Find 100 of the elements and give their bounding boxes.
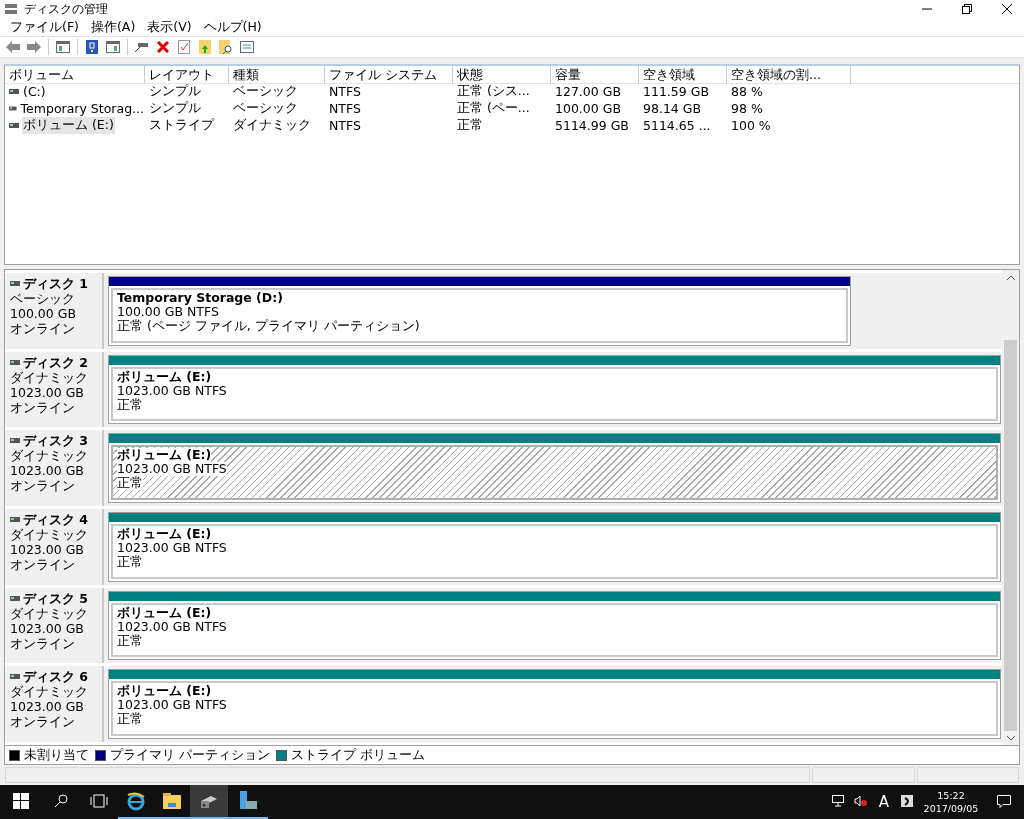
disk-type: ダイナミック: [10, 369, 88, 385]
partition-name: ボリューム (E:): [117, 448, 212, 463]
partition-block[interactable]: Temporary Storage (D:) 100.00 GB NTFS 正常 (ページ ファイル, プライマリ パーティション): [111, 288, 849, 343]
disk-drive-icon: [10, 438, 20, 444]
disk-drive-icon: [10, 359, 20, 365]
volume-name[interactable]: (C:): [22, 84, 47, 99]
task-view-icon: [90, 794, 108, 808]
legend-label: ストライプ ボリューム: [291, 746, 425, 764]
checklist-button[interactable]: [175, 38, 193, 56]
partition-name: ボリューム (E:): [117, 369, 212, 384]
column-header[interactable]: 状態: [453, 66, 551, 84]
taskbar-clock[interactable]: 15:22 2017/09/05: [918, 789, 984, 815]
window-title: ディスクの管理: [24, 0, 109, 18]
disk-drive-icon: [9, 89, 19, 94]
disk-management-icon: [4, 3, 18, 15]
disk-info-panel[interactable]: ディスク 3 ダイナミック 1023.00 GB オンライン: [5, 430, 104, 506]
disk-size: 1023.00 GB: [10, 384, 84, 400]
partition-name: Temporary Storage (D:): [117, 291, 283, 305]
column-header[interactable]: 種類: [229, 66, 325, 84]
close-icon: [1002, 4, 1012, 14]
volume-name[interactable]: Temporary Storag...: [19, 101, 145, 116]
disk-info-panel[interactable]: ディスク 1 ベーシック 100.00 GB オンライン: [5, 273, 104, 349]
disk-info-panel[interactable]: ディスク 6 ダイナミック 1023.00 GB オンライン: [5, 666, 104, 743]
disk-status: オンライン: [10, 635, 75, 651]
disk-drive-icon: [10, 517, 20, 522]
action-pane-button[interactable]: [104, 38, 122, 56]
table-cell-text: NTFS: [328, 101, 362, 116]
legend-label: プライマリ パーティション: [110, 746, 270, 764]
restore-icon: [962, 4, 972, 14]
partition-status: 正常: [117, 555, 143, 569]
folder-search-button[interactable]: [217, 38, 235, 56]
help-button[interactable]: [83, 38, 101, 56]
disk-size: 1023.00 GB: [10, 463, 84, 479]
menu-item[interactable]: 表示(V): [141, 18, 198, 36]
disk-info-panel[interactable]: ディスク 5 ダイナミック 1023.00 GB オンライン: [5, 587, 104, 664]
menu-item[interactable]: 操作(A): [84, 18, 142, 36]
partition-name: ボリューム (E:): [117, 684, 212, 699]
partition-status: 正常: [117, 712, 143, 727]
disk-type: ベーシック: [10, 291, 75, 306]
partition-block[interactable]: ボリューム (E:) 1023.00 GB NTFS 正常: [111, 602, 998, 658]
disk-drive-icon: [10, 281, 20, 286]
table-cell-text: NTFS: [328, 118, 362, 133]
table-cell-text: ベーシック: [232, 100, 299, 117]
table-cell-text: 正常 (ペー...: [456, 100, 531, 117]
clock-date: 2017/09/05: [923, 802, 979, 815]
disk-drive-icon: [9, 123, 19, 128]
disk-type: ダイナミック: [10, 448, 88, 464]
scrollbar-thumb[interactable]: [1004, 340, 1017, 731]
disk-size: 1023.00 GB: [10, 542, 84, 557]
table-cell-text: シンプル: [148, 100, 202, 117]
disk-size: 1023.00 GB: [10, 699, 84, 715]
partition-block[interactable]: ボリューム (E:) 1023.00 GB NTFS 正常: [111, 366, 998, 422]
forward-button[interactable]: [25, 38, 43, 56]
disk-status: オンライン: [10, 399, 75, 415]
disk-status: オンライン: [10, 478, 75, 494]
partition-status: 正常: [117, 476, 143, 491]
column-header[interactable]: レイアウト: [145, 66, 229, 84]
disk-type: ダイナミック: [10, 527, 88, 542]
scrollbar[interactable]: [1002, 270, 1019, 745]
table-cell-text: 正常: [456, 117, 484, 134]
partition-block[interactable]: ボリューム (E:) 1023.00 GB NTFS 正常: [111, 681, 998, 737]
table-cell-text: 88 %: [730, 84, 764, 99]
disk-management-taskbar-icon[interactable]: [190, 785, 228, 819]
disk-name: ディスク 1: [10, 276, 89, 291]
volume-name[interactable]: ボリューム (E:): [22, 117, 115, 134]
table-cell-text: 127.00 GB: [554, 84, 622, 99]
table-cell-text: 98.14 GB: [642, 101, 703, 116]
menu-item[interactable]: ヘルプ(H): [197, 18, 268, 36]
properties-button[interactable]: [238, 38, 256, 56]
menu-item[interactable]: ファイル(F): [4, 18, 85, 36]
windows-logo-icon: [13, 793, 29, 809]
disk-name: ディスク 5: [10, 590, 89, 606]
column-header[interactable]: ファイル システム: [325, 66, 453, 84]
ime-mode-indicator[interactable]: A: [872, 785, 896, 819]
disk-name: ディスク 3: [10, 433, 89, 449]
disk-info-panel[interactable]: ディスク 2 ダイナミック 1023.00 GB オンライン: [5, 351, 104, 428]
column-header[interactable]: 空き領域の割...: [727, 66, 851, 84]
partition-name: ボリューム (E:): [117, 527, 212, 541]
column-header[interactable]: 空き領域: [639, 66, 727, 84]
disk-info-panel[interactable]: ディスク 4 ダイナミック 1023.00 GB オンライン: [5, 509, 104, 585]
console-tree-button[interactable]: [54, 38, 72, 56]
table-cell-text: 111.59 GB: [642, 84, 710, 99]
partition-size: 100.00 GB NTFS: [117, 305, 219, 319]
table-cell-text: ベーシック: [232, 83, 299, 100]
disk-name: ディスク 2: [10, 354, 89, 370]
disk-status: オンライン: [10, 714, 75, 730]
disk-type: ダイナミック: [10, 684, 88, 700]
disk-drive-icon: [9, 106, 17, 111]
table-cell-text: ストライプ: [148, 117, 216, 134]
partition-block[interactable]: ボリューム (E:) 1023.00 GB NTFS 正常: [111, 524, 998, 579]
partition-name: ボリューム (E:): [117, 605, 212, 620]
disk-status: オンライン: [10, 321, 75, 336]
column-header[interactable]: ボリューム: [5, 66, 145, 84]
table-cell-text: ダイナミック: [232, 117, 312, 134]
delete-button[interactable]: [154, 38, 172, 56]
partition-block[interactable]: ボリューム (E:) 1023.00 GB NTFS 正常: [111, 445, 998, 500]
table-cell-text: 100 %: [730, 118, 772, 133]
table-cell-text: 正常 (シス...: [456, 83, 531, 100]
column-header[interactable]: 容量: [551, 66, 639, 84]
clock-time: 15:22: [937, 789, 965, 802]
